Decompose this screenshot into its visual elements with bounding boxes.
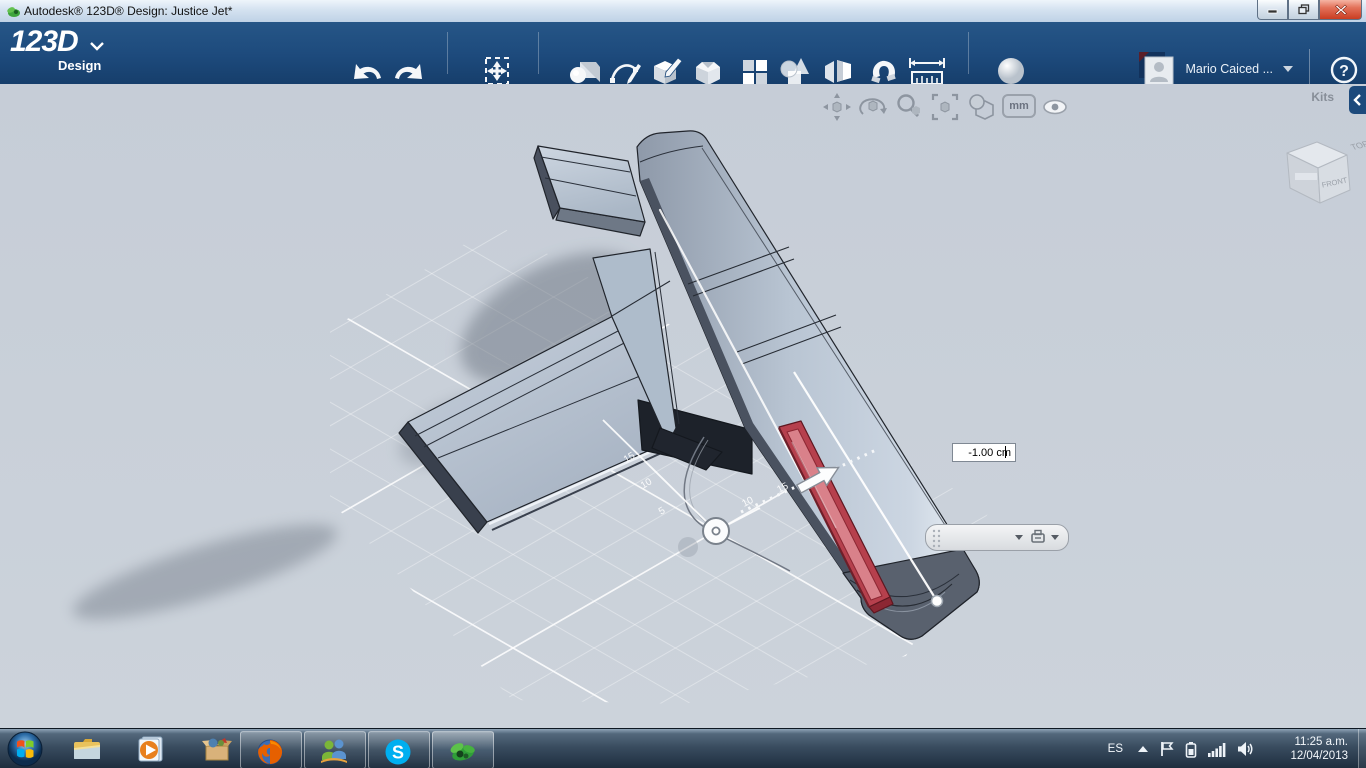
restore-button[interactable] [1288, 0, 1319, 20]
kits-panel-toggle[interactable] [1349, 86, 1366, 114]
language-indicator[interactable]: ES [1108, 743, 1123, 755]
units-button[interactable]: mm [1002, 94, 1036, 118]
screen: Autodesk® 123D® Design: Justice Jet* 123… [0, 0, 1366, 768]
taskbar-messenger-button[interactable] [304, 731, 366, 768]
svg-text:?: ? [1339, 63, 1349, 80]
svg-text:S: S [392, 743, 404, 763]
dimension-toolbar [925, 524, 1069, 551]
firefox-icon [257, 739, 283, 765]
visibility-icon[interactable] [1040, 92, 1070, 122]
view-cube[interactable]: TOP FRONT [1286, 139, 1366, 204]
media-player-icon[interactable] [136, 734, 166, 764]
svg-text:TOP: TOP [1349, 139, 1366, 152]
minimize-button[interactable] [1257, 0, 1288, 20]
user-dropdown-caret[interactable] [1281, 65, 1295, 73]
app-toolbar: 123D Design Mario Caiced ... ? [0, 22, 1366, 90]
app-logo[interactable]: 123D [10, 25, 105, 59]
viewport-svg[interactable]: 15 10 5 10 15 20 [0, 84, 1366, 728]
jet-model[interactable] [398, 130, 980, 640]
taskbar-skype-button[interactable]: S [368, 731, 430, 768]
taskbar-firefox-button[interactable] [240, 731, 302, 768]
orbit-icon[interactable] [858, 92, 888, 122]
clock-time: 11:25 a.m. [1294, 736, 1349, 748]
pan-icon[interactable] [822, 92, 852, 122]
title-bar: Autodesk® 123D® Design: Justice Jet* [0, 0, 1366, 23]
skype-icon: S [385, 739, 411, 765]
volume-icon[interactable] [1237, 741, 1255, 757]
mode-dropdown-caret[interactable] [1050, 534, 1060, 541]
dimension-input[interactable] [952, 443, 1016, 462]
avatar[interactable] [1139, 52, 1175, 86]
app-window-icon [7, 7, 20, 17]
show-desktop-button[interactable] [1358, 729, 1366, 768]
close-button[interactable] [1319, 0, 1362, 20]
view-toolbar: mm [818, 84, 1078, 124]
zoom-icon[interactable] [894, 92, 924, 122]
svg-text:10: 10 [639, 476, 655, 491]
battery-icon[interactable] [1185, 741, 1197, 758]
explorer-icon[interactable] [72, 734, 102, 764]
dim-dropdown-caret[interactable] [1014, 534, 1024, 541]
taskbar-123d-button[interactable] [432, 731, 494, 768]
network-icon[interactable] [1208, 742, 1226, 757]
toolbar-grip[interactable] [930, 526, 944, 549]
kits-panel-label: Kits [1311, 90, 1334, 104]
svg-text:5: 5 [657, 505, 668, 518]
action-center-flag[interactable] [1160, 741, 1174, 757]
ghost-handle [678, 537, 698, 557]
help-button[interactable]: ? [1330, 56, 1358, 84]
app-logo-design-label: Design [58, 58, 102, 73]
messenger-icon [321, 739, 347, 763]
extrude-mode-icon[interactable] [1030, 529, 1046, 545]
app-box-icon[interactable] [202, 734, 232, 764]
user-name[interactable]: Mario Caiced ... [1185, 62, 1273, 76]
viewport-3d[interactable]: 15 10 5 10 15 20 [0, 84, 1366, 728]
clock-date: 12/04/2013 [1290, 750, 1348, 762]
extent-endpoint[interactable] [930, 594, 944, 608]
clock[interactable]: 11:25 a.m. 12/04/2013 [1270, 735, 1348, 763]
123d-taskbar-icon [450, 743, 475, 761]
fit-icon[interactable] [930, 92, 960, 122]
shade-icon[interactable] [966, 92, 996, 122]
taskbar: S ES 11:25 a.m. 12/04/2013 [0, 728, 1366, 768]
window-title: Autodesk® 123D® Design: Justice Jet* [24, 4, 233, 18]
system-tray: ES 11:25 a.m. 12/04/2013 [1108, 729, 1358, 768]
start-orb[interactable] [7, 731, 43, 767]
hidden-icons-arrow[interactable] [1137, 745, 1149, 753]
